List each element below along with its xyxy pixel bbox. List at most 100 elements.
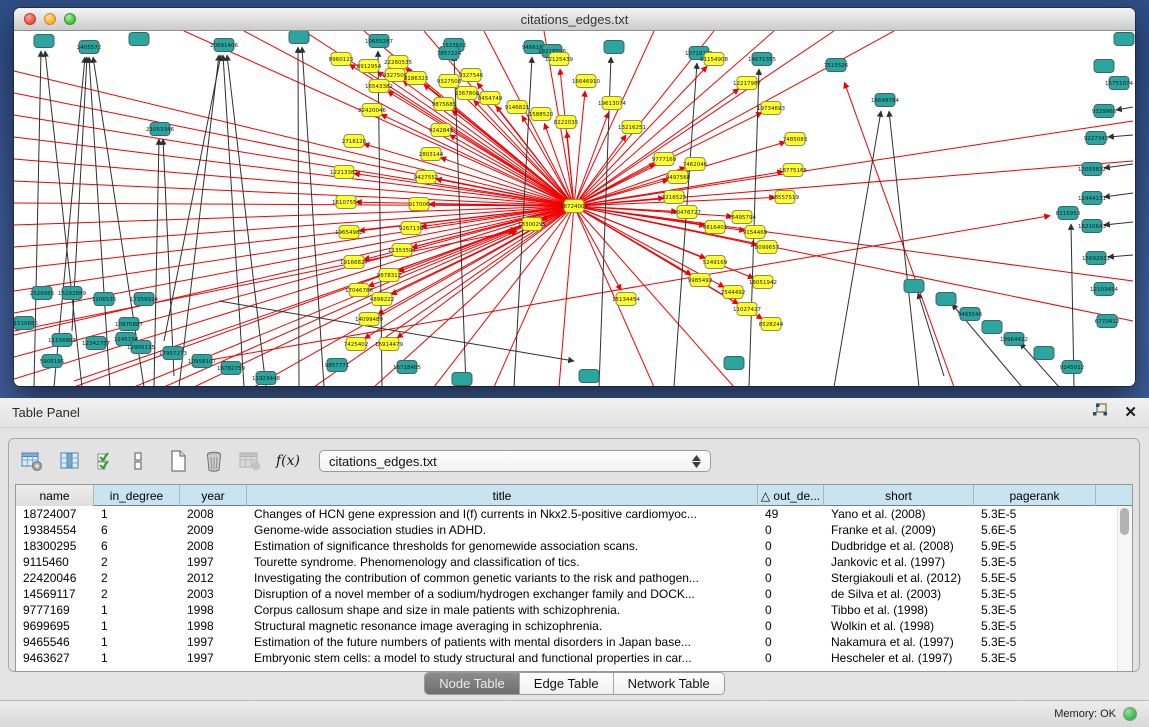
graph-node-label: 9878312: [377, 273, 402, 279]
table-row[interactable]: 1872400712008Changes of HCN gene express…: [16, 506, 1132, 522]
tab-edge-table[interactable]: Edge Table: [520, 673, 614, 694]
toggle-rows-button[interactable]: [123, 446, 153, 476]
graph-node-label: 11154908: [700, 57, 728, 63]
graph-node-label: 22260535: [384, 60, 412, 66]
graph-node-label: 11923448: [252, 376, 280, 382]
table-cell-title: Genome-wide association studies in ADHD.: [247, 523, 758, 537]
table-row[interactable]: 1938455462009Genome-wide association stu…: [16, 522, 1132, 538]
table-row[interactable]: 1456911722003Disruption of a novel membe…: [16, 586, 1132, 602]
delete-column-button[interactable]: [199, 446, 229, 476]
table-scrollbar[interactable]: [1117, 506, 1132, 671]
graph-node[interactable]: [289, 31, 309, 44]
graph-node-label: 18557519: [771, 195, 799, 201]
column-header-out_degree[interactable]: △ out_de...: [758, 485, 824, 506]
table-cell-pagerank: 5.3E-5: [974, 587, 1096, 601]
graph-node[interactable]: [1114, 33, 1134, 46]
graph-node[interactable]: [982, 321, 1002, 334]
graph-node[interactable]: [604, 41, 624, 54]
table-panel: Table Panel ✕: [0, 398, 1149, 727]
memory-status-indicator: [1123, 707, 1137, 721]
graph-node[interactable]: [724, 357, 744, 370]
graph-node-label: 15292889: [58, 291, 86, 297]
graph-node-label: 7425402: [344, 342, 369, 348]
graph-node-label: 9329966: [1092, 109, 1117, 115]
table-cell-in_degree: 1: [94, 651, 180, 665]
graph-node-label: 19654982: [335, 230, 363, 236]
table-row[interactable]: 946554611997Estimation of the future num…: [16, 634, 1132, 650]
graph-node[interactable]: [1034, 347, 1054, 360]
table-row[interactable]: 2242004622012Investigating the contribut…: [16, 570, 1132, 586]
tab-network-table[interactable]: Network Table: [614, 673, 724, 694]
table-cell-in_degree: 6: [94, 539, 180, 553]
table-row[interactable]: 969969511998Structural magnetic resonanc…: [16, 618, 1132, 634]
graph-node-label: 9777169: [652, 157, 677, 163]
column-header-year[interactable]: year: [180, 485, 247, 506]
table-cell-name: 9115460: [16, 555, 94, 569]
table-cell-title: Investigating the contribution of common…: [247, 571, 758, 585]
table-cell-pagerank: 5.3E-5: [974, 555, 1096, 569]
close-panel-icon[interactable]: ✕: [1124, 405, 1137, 420]
table-settings-button[interactable]: [17, 446, 47, 476]
graph-node-label: 11353594: [388, 248, 416, 254]
graph-node-label: 11510685: [14, 321, 38, 327]
graph-node[interactable]: [579, 370, 599, 383]
graph-node[interactable]: [904, 280, 924, 293]
minimize-window-button[interactable]: [44, 13, 56, 25]
graph-node[interactable]: [1094, 60, 1114, 73]
table-cell-year: 2012: [180, 571, 247, 585]
tab-node-table[interactable]: Node Table: [425, 673, 520, 694]
graph-node-label: 18964422: [1000, 337, 1028, 343]
table-cell-title: Estimation of significance thresholds fo…: [247, 539, 758, 553]
zoom-window-button[interactable]: [64, 13, 76, 25]
table-cell-name: 19384554: [16, 523, 94, 537]
network-view[interactable]: 2405572206914061065528715276029466160107…: [14, 31, 1135, 386]
table-select[interactable]: citations_edges.txt: [319, 450, 711, 472]
graph-node[interactable]: [936, 293, 956, 306]
graph-node-label: 21053346: [146, 127, 174, 133]
table-cell-name: 22420046: [16, 571, 94, 585]
table-panel-header: Table Panel ✕: [0, 398, 1149, 428]
table-cell-pagerank: 5.3E-5: [974, 619, 1096, 633]
graph-node-label: 7515526: [824, 63, 849, 69]
table-row[interactable]: 977716911998Corpus callosum shape and si…: [16, 602, 1132, 618]
graph-node-label: 12213383: [330, 170, 358, 176]
show-columns-button[interactable]: [55, 446, 85, 476]
table-cell-short: Nakamura et al. (1997): [824, 635, 974, 649]
status-bar: Memory: OK: [0, 700, 1149, 727]
column-header-title[interactable]: title: [247, 485, 758, 506]
column-header-short[interactable]: short: [824, 485, 974, 506]
float-panel-icon[interactable]: [1092, 403, 1108, 423]
graph-node[interactable]: [452, 373, 472, 386]
table-panel-title: Table Panel: [12, 405, 80, 420]
graph-node-label: 11027427: [733, 307, 761, 313]
table-scrollbar-thumb[interactable]: [1120, 508, 1129, 535]
table-toolbar: f(x) citations_edges.txt: [17, 444, 711, 478]
graph-node-label: 2526065: [30, 291, 55, 297]
table-cell-in_degree: 2: [94, 555, 180, 569]
table-row[interactable]: 946362711997Embryonic stem cells: a mode…: [16, 650, 1132, 666]
graph-node-label: 9327546: [459, 73, 484, 79]
table-cell-year: 1998: [180, 619, 247, 633]
table-row[interactable]: 911546021997Tourette syndrome. Phenomeno…: [16, 554, 1132, 570]
delete-table-button[interactable]: [235, 446, 265, 476]
graph-node-label: 17359924: [130, 297, 158, 303]
table-row[interactable]: 1830029562008Estimation of significance …: [16, 538, 1132, 554]
graph-node[interactable]: [34, 35, 54, 48]
table-cell-name: 9465546: [16, 635, 94, 649]
table-cell-year: 2009: [180, 523, 247, 537]
network-graph-canvas[interactable]: 2405572206914061065528715276029466160107…: [14, 31, 1135, 386]
table-cell-name: 18724007: [16, 507, 94, 521]
graph-node[interactable]: [129, 33, 149, 46]
table-cell-out_degree: 0: [758, 651, 824, 665]
column-header-pagerank[interactable]: pagerank: [974, 485, 1096, 506]
select-columns-button[interactable]: [91, 446, 121, 476]
column-header-name[interactable]: name: [16, 485, 94, 506]
create-column-button[interactable]: [163, 446, 193, 476]
table-body: 1872400712008Changes of HCN gene express…: [16, 506, 1132, 666]
graph-node-label: 10958107: [188, 359, 216, 365]
close-window-button[interactable]: [24, 13, 36, 25]
graph-node-label: 917006: [409, 202, 430, 208]
column-header-in_degree[interactable]: in_degree: [94, 485, 180, 506]
window-titlebar[interactable]: citations_edges.txt: [14, 8, 1135, 31]
function-builder-button[interactable]: f(x): [273, 446, 303, 476]
